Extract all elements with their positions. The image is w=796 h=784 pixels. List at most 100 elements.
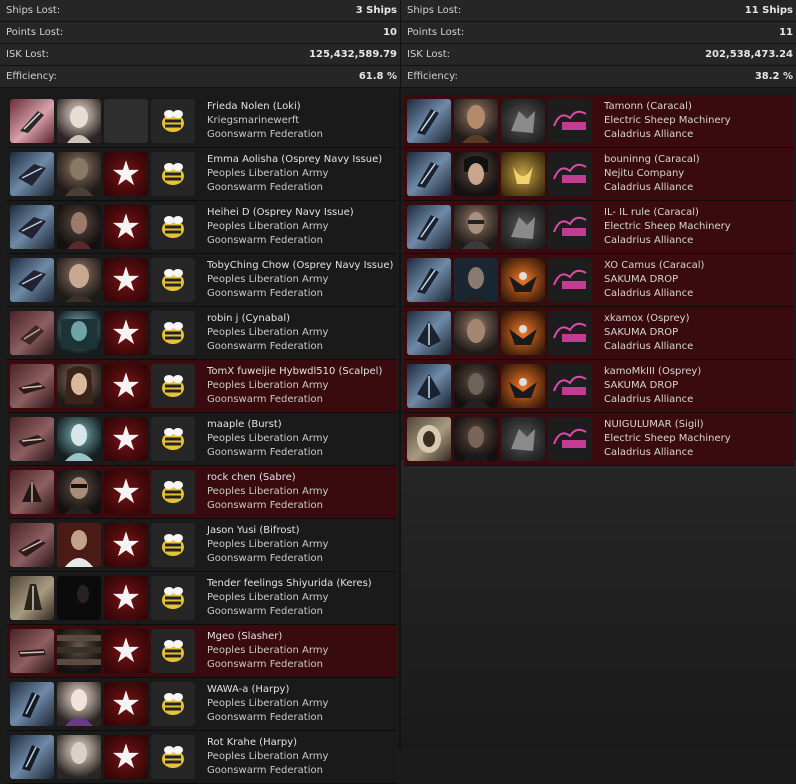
alliance-name[interactable]: Goonswarm Federation [207, 764, 328, 778]
pilot-name[interactable]: Emma Aolisha (Osprey Navy Issue) [207, 153, 382, 167]
corp-logo[interactable]: ★ [104, 364, 148, 408]
pilot-portrait[interactable] [57, 99, 101, 143]
caladrius-logo-icon[interactable] [548, 417, 592, 461]
pilot-portrait[interactable] [57, 258, 101, 302]
corp-logo[interactable] [501, 258, 545, 302]
pilot-row[interactable]: ★ Jason Yusi (Bifrost) Peoples Liberatio… [7, 519, 397, 572]
pilot-name[interactable]: Mgeo (Slasher) [207, 630, 328, 644]
corp-name[interactable]: Electric Sheep Machinery [604, 114, 731, 128]
pilot-portrait[interactable] [454, 258, 498, 302]
ship-icon[interactable] [10, 470, 54, 514]
ship-icon[interactable] [10, 682, 54, 726]
pilot-row[interactable]: NUIGULUMAR (Sigil) Electric Sheep Machin… [404, 413, 794, 466]
pilot-portrait[interactable] [454, 417, 498, 461]
ship-icon[interactable] [10, 523, 54, 567]
pilot-portrait[interactable] [57, 364, 101, 408]
pilot-row[interactable]: ★ WAWA-a (Harpy) Peoples Liberation Army… [7, 678, 397, 731]
corp-name[interactable]: Peoples Liberation Army [207, 485, 328, 499]
corp-logo[interactable] [501, 205, 545, 249]
alliance-name[interactable]: Goonswarm Federation [207, 605, 372, 619]
bee-icon[interactable] [151, 152, 195, 196]
ship-icon[interactable] [407, 258, 451, 302]
alliance-name[interactable]: Goonswarm Federation [207, 340, 328, 354]
pilot-portrait[interactable] [454, 311, 498, 355]
corp-name[interactable]: Electric Sheep Machinery [604, 220, 731, 234]
bee-icon[interactable] [151, 470, 195, 514]
pilot-row[interactable]: ★ Tender feelings Shiyurida (Keres) Peop… [7, 572, 397, 625]
corp-logo[interactable]: ★ [104, 205, 148, 249]
corp-name[interactable]: Peoples Liberation Army [207, 697, 328, 711]
ship-icon[interactable] [10, 576, 54, 620]
alliance-name[interactable]: Caladrius Alliance [604, 128, 731, 142]
corp-logo[interactable] [501, 99, 545, 143]
alliance-name[interactable]: Goonswarm Federation [207, 711, 328, 725]
caladrius-logo-icon[interactable] [548, 311, 592, 355]
pilot-portrait[interactable] [454, 99, 498, 143]
corp-logo[interactable] [501, 417, 545, 461]
corp-name[interactable]: Peoples Liberation Army [207, 644, 328, 658]
alliance-name[interactable]: Caladrius Alliance [604, 393, 701, 407]
pilot-name[interactable]: Jason Yusi (Bifrost) [207, 524, 328, 538]
pilot-name[interactable]: Tender feelings Shiyurida (Keres) [207, 577, 372, 591]
pilot-row[interactable]: bouninng (Caracal) Nejitu Company Caladr… [404, 148, 794, 201]
ship-icon[interactable] [407, 311, 451, 355]
corp-name[interactable]: SAKUMA DROP [604, 273, 704, 287]
alliance-name[interactable]: Caladrius Alliance [604, 287, 704, 301]
ship-icon[interactable] [10, 205, 54, 249]
pilot-portrait[interactable] [454, 152, 498, 196]
alliance-name[interactable]: Goonswarm Federation [207, 499, 328, 513]
pilot-portrait[interactable] [57, 735, 101, 779]
pilot-name[interactable]: NUIGULUMAR (Sigil) [604, 418, 731, 432]
corp-logo[interactable] [501, 311, 545, 355]
pilot-portrait[interactable] [454, 205, 498, 249]
pilot-row[interactable]: Frieda Nolen (Loki) Kriegsmarinewerft Go… [7, 95, 397, 148]
caladrius-logo-icon[interactable] [548, 152, 592, 196]
alliance-name[interactable]: Caladrius Alliance [604, 234, 731, 248]
alliance-name[interactable]: Caladrius Alliance [604, 181, 700, 195]
bee-icon[interactable] [151, 258, 195, 302]
pilot-portrait[interactable] [57, 523, 101, 567]
alliance-name[interactable]: Goonswarm Federation [207, 552, 328, 566]
bee-icon[interactable] [151, 523, 195, 567]
corp-name[interactable]: SAKUMA DROP [604, 326, 693, 340]
pilot-name[interactable]: Frieda Nolen (Loki) [207, 100, 323, 114]
ship-icon[interactable] [10, 417, 54, 461]
pilot-portrait[interactable] [57, 682, 101, 726]
corp-name[interactable]: Peoples Liberation Army [207, 750, 328, 764]
ship-icon[interactable] [10, 364, 54, 408]
pilot-name[interactable]: bouninng (Caracal) [604, 153, 700, 167]
corp-name[interactable]: Peoples Liberation Army [207, 273, 393, 287]
pilot-row[interactable]: ★ Emma Aolisha (Osprey Navy Issue) Peopl… [7, 148, 397, 201]
ship-icon[interactable] [407, 99, 451, 143]
pilot-row[interactable]: IL- IL rule (Caracal) Electric Sheep Mac… [404, 201, 794, 254]
corp-name[interactable]: Peoples Liberation Army [207, 432, 328, 446]
pilot-name[interactable]: Rot Krahe (Harpy) [207, 736, 328, 750]
pilot-row[interactable]: XO Camus (Caracal) SAKUMA DROP Caladrius… [404, 254, 794, 307]
ship-icon[interactable] [10, 99, 54, 143]
corp-logo[interactable]: ★ [104, 311, 148, 355]
bee-icon[interactable] [151, 629, 195, 673]
bee-icon[interactable] [151, 576, 195, 620]
bee-icon[interactable] [151, 417, 195, 461]
ship-icon[interactable] [407, 205, 451, 249]
corp-logo[interactable] [501, 152, 545, 196]
ship-icon[interactable] [10, 152, 54, 196]
pilot-name[interactable]: WAWA-a (Harpy) [207, 683, 328, 697]
alliance-name[interactable]: Goonswarm Federation [207, 181, 382, 195]
ship-icon[interactable] [10, 311, 54, 355]
alliance-name[interactable]: Goonswarm Federation [207, 658, 328, 672]
pilot-portrait[interactable] [57, 576, 101, 620]
corp-logo[interactable]: ★ [104, 682, 148, 726]
caladrius-logo-icon[interactable] [548, 258, 592, 302]
corp-logo[interactable]: ★ [104, 470, 148, 514]
pilot-portrait[interactable] [57, 205, 101, 249]
pilot-portrait[interactable] [454, 364, 498, 408]
pilot-name[interactable]: XO Camus (Caracal) [604, 259, 704, 273]
ship-icon[interactable] [407, 364, 451, 408]
corp-logo[interactable] [501, 364, 545, 408]
alliance-name[interactable]: Caladrius Alliance [604, 446, 731, 460]
corp-name[interactable]: Peoples Liberation Army [207, 379, 382, 393]
pilot-name[interactable]: kamoMkIII (Osprey) [604, 365, 701, 379]
alliance-name[interactable]: Goonswarm Federation [207, 128, 323, 142]
pilot-row[interactable]: ★ maaple (Burst) Peoples Liberation Army… [7, 413, 397, 466]
